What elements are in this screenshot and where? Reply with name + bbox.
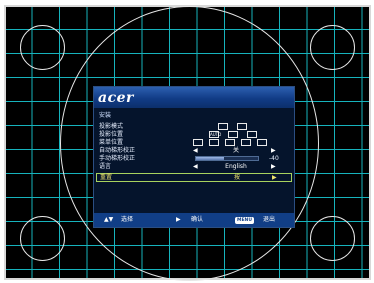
confirm-hint: 确认	[191, 216, 204, 223]
rear-projection-icon[interactable]	[237, 123, 247, 130]
acer-logo: acer	[98, 89, 134, 106]
menu-key-icon: MENU	[235, 217, 254, 224]
manual-keystone-slider-group[interactable]: -40	[191, 155, 281, 163]
corner-circle-bottom-left	[20, 216, 65, 261]
osd-menu: acer 安装 投影模式 投影位置 AUTO 菜单位置 自动梯形校正 ◀ 关 ▶…	[93, 86, 295, 228]
left-arrow-icon[interactable]: ◀	[193, 147, 198, 155]
menu-center-icon[interactable]	[225, 139, 235, 146]
right-arrow-icon[interactable]: ▶	[271, 147, 276, 155]
auto-keystone-selector[interactable]: ◀ 关 ▶	[191, 147, 281, 155]
projection-mode-options[interactable]	[191, 123, 281, 131]
section-title: 安装	[99, 112, 112, 119]
manual-keystone-slider[interactable]	[195, 156, 259, 161]
select-arrows-icon: ▲▼	[104, 216, 114, 223]
ceiling-rear-icon[interactable]	[247, 131, 257, 138]
corner-circle-bottom-right	[310, 216, 355, 261]
menu-label-projection-mode: 投影模式	[99, 123, 124, 130]
menu-position-options[interactable]	[191, 139, 281, 147]
menu-label-language: 语言	[99, 163, 112, 170]
language-value: English	[225, 163, 247, 170]
right-arrow-icon[interactable]: ▶	[272, 174, 277, 181]
exit-hint: 退出	[263, 216, 276, 223]
confirm-arrow-icon: ▶	[176, 216, 181, 223]
menu-label-manual-keystone: 手动梯形校正	[99, 155, 136, 162]
slider-fill	[196, 157, 224, 160]
menu-label-auto-keystone: 自动梯形校正	[99, 147, 136, 154]
front-projection-icon[interactable]	[218, 123, 228, 130]
menu-row-projection-mode[interactable]: 投影模式	[96, 123, 292, 131]
menu-label-menu-position: 菜单位置	[99, 139, 124, 146]
reset-control[interactable]: 按 ▶	[192, 174, 282, 182]
menu-row-manual-keystone[interactable]: 手动梯形校正 -40	[96, 155, 292, 163]
auto-keystone-value: 关	[232, 147, 239, 154]
auto-location-icon[interactable]: AUTO	[209, 131, 221, 138]
corner-circle-top-right	[310, 25, 355, 70]
menu-row-auto-keystone[interactable]: 自动梯形校正 ◀ 关 ▶	[96, 147, 292, 155]
left-arrow-icon[interactable]: ◀	[193, 163, 198, 171]
menu-row-projection-location[interactable]: 投影位置 AUTO	[96, 131, 292, 139]
language-selector[interactable]: ◀ English ▶	[191, 163, 281, 171]
menu-top-left-icon[interactable]	[193, 139, 203, 146]
menu-label-projection-location: 投影位置	[99, 131, 124, 138]
test-pattern-screen: acer 安装 投影模式 投影位置 AUTO 菜单位置 自动梯形校正 ◀ 关 ▶…	[4, 5, 371, 281]
corner-circle-top-left	[20, 25, 65, 70]
select-hint: 选择	[121, 216, 134, 223]
menu-top-right-icon[interactable]	[209, 139, 219, 146]
menu-row-language[interactable]: 语言 ◀ English ▶	[96, 163, 292, 171]
manual-keystone-value: -40	[269, 155, 279, 162]
osd-footer: ▲▼ 选择 ▶ 确认 MENU 退出	[94, 213, 294, 227]
menu-row-menu-position[interactable]: 菜单位置	[96, 139, 292, 147]
projection-location-options[interactable]: AUTO	[191, 131, 281, 139]
right-arrow-icon[interactable]: ▶	[271, 163, 276, 171]
menu-bottom-right-icon[interactable]	[257, 139, 267, 146]
menu-bottom-left-icon[interactable]	[241, 139, 251, 146]
reset-value: 按	[233, 174, 240, 181]
menu-label-reset: 重置	[100, 174, 113, 181]
osd-header: acer	[94, 87, 294, 108]
ceiling-front-icon[interactable]	[228, 131, 238, 138]
menu-row-reset[interactable]: 重置 按 ▶	[96, 173, 292, 182]
